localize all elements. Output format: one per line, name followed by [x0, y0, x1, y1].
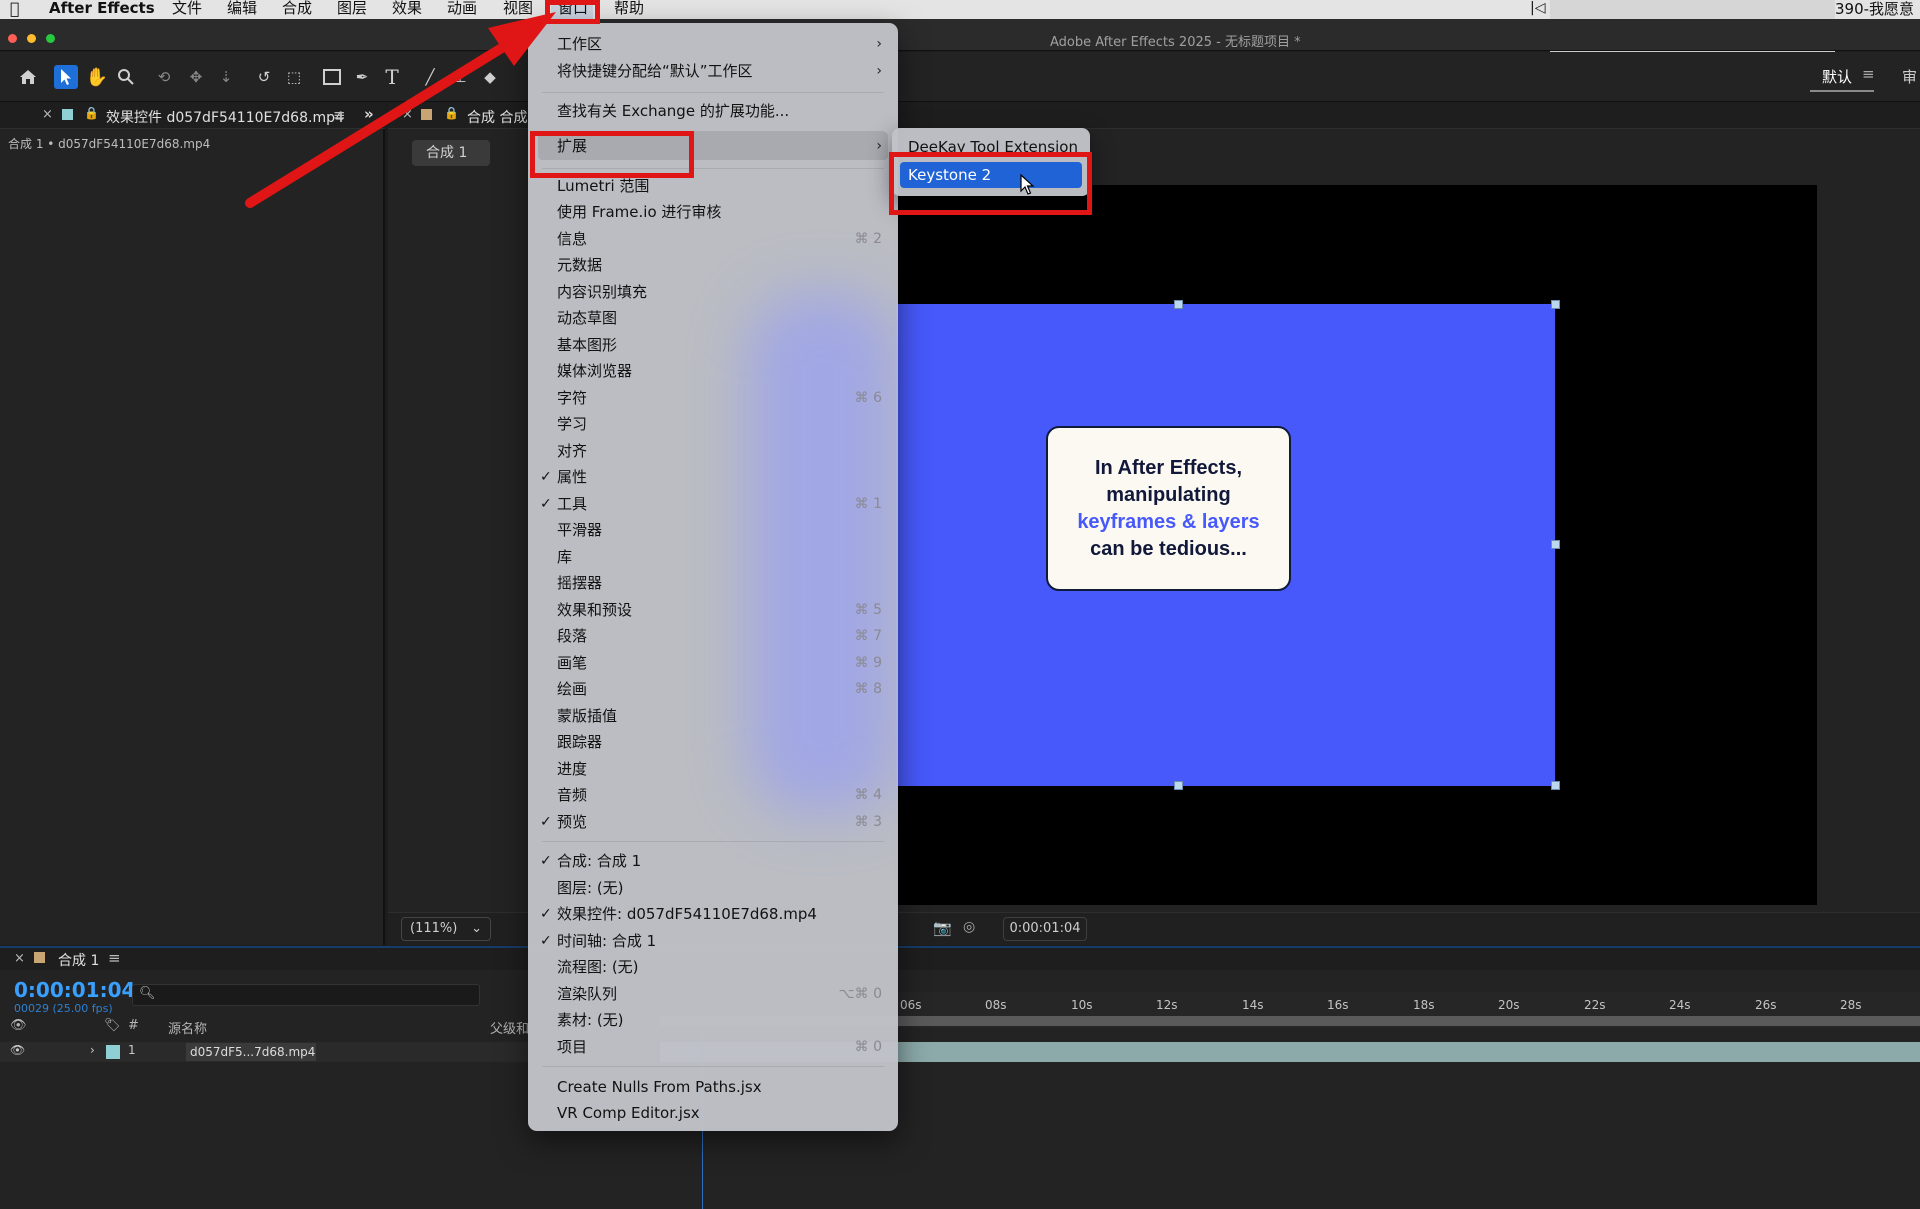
annotation-arrow	[245, 12, 556, 208]
